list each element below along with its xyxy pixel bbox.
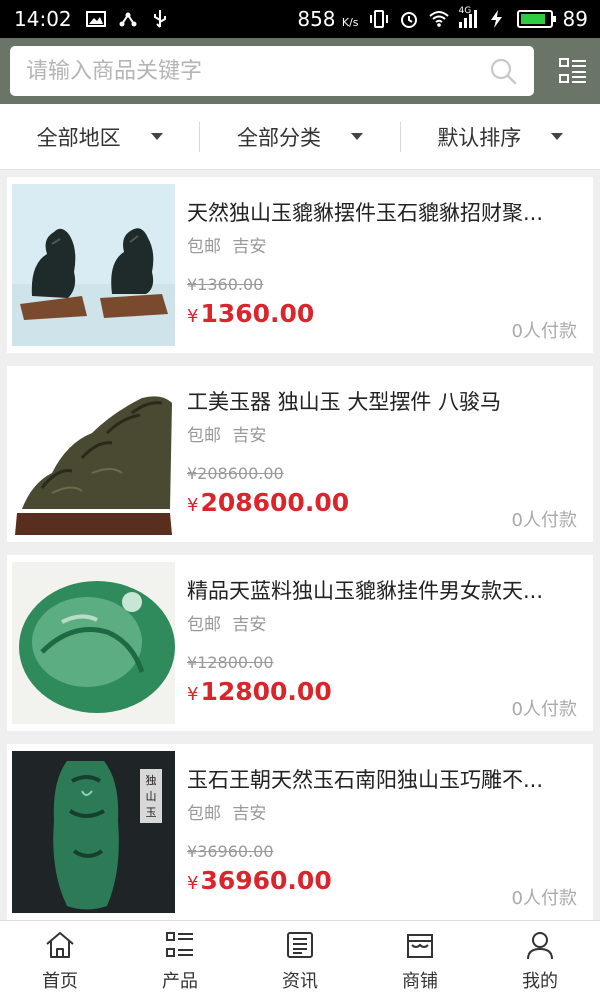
product-image[interactable]: [12, 184, 175, 346]
view-toggle-button[interactable]: [556, 54, 590, 88]
paid-count: 0人付款: [511, 321, 577, 342]
vibrate-icon: [369, 10, 388, 28]
caret-down-icon: [350, 133, 363, 140]
alarm-icon: [400, 12, 417, 28]
eight-horses-image: [12, 373, 175, 535]
product-meta: 包邮 吉安: [187, 421, 266, 446]
product-meta: 包邮 吉安: [187, 799, 266, 824]
news-icon: [287, 931, 313, 958]
search-box[interactable]: [10, 46, 534, 96]
product-image[interactable]: [12, 562, 175, 724]
sale-price: ¥36960.00: [187, 866, 332, 895]
sale-price: ¥1360.00: [187, 299, 315, 328]
location-label: 吉安: [232, 237, 267, 257]
svg-text:独: 独: [146, 774, 157, 787]
filter-label: 默认排序: [437, 125, 522, 150]
nav-products[interactable]: 产品: [120, 921, 240, 1000]
nav-label: 商铺: [402, 970, 438, 992]
search-input[interactable]: [26, 58, 488, 84]
search-bar: [0, 38, 600, 104]
product-image[interactable]: [12, 373, 175, 535]
paid-count: 0人付款: [511, 510, 577, 531]
sale-price: ¥12800.00: [187, 677, 332, 706]
filter-category[interactable]: 全部分类: [199, 121, 399, 152]
product-meta: 包邮 吉安: [187, 610, 266, 635]
filter-label: 全部地区: [36, 125, 121, 150]
bottom-nav: 首页 产品 资讯 商铺 我的: [0, 920, 600, 1000]
list-view-icon: [559, 58, 586, 83]
location-label: 吉安: [232, 615, 267, 635]
status-time: 14:02: [14, 7, 72, 31]
battery-icon: [516, 10, 556, 28]
home-icon: [46, 931, 74, 958]
filter-label: 全部分类: [236, 125, 321, 150]
share-icon: [119, 12, 137, 27]
list-icon: [166, 931, 193, 957]
product-card[interactable]: 独 山 玉 玉石王朝天然玉石南阳独山玉巧雕不... 包邮 吉安 ¥36960.0…: [7, 744, 593, 920]
product-info: 工美玉器 独山玉 大型摆件 八骏马 包邮 吉安 ¥208600.00 ¥2086…: [187, 366, 579, 542]
nav-profile[interactable]: 我的: [480, 921, 600, 1000]
nav-label: 资讯: [282, 970, 318, 992]
carved-jade-figure-image: 独 山 玉: [12, 751, 175, 913]
sale-price: ¥208600.00: [187, 488, 350, 517]
nav-news[interactable]: 资讯: [240, 921, 360, 1000]
charging-icon: [490, 10, 502, 28]
status-bar: 14:02 858 K/s 4G 89: [0, 0, 600, 38]
battery-level: 89: [562, 7, 588, 31]
caret-down-icon: [150, 133, 163, 140]
original-price: ¥208600.00: [187, 464, 284, 483]
original-price: ¥12800.00: [187, 653, 274, 672]
shipping-label: 包邮: [187, 615, 221, 635]
svg-text:山: 山: [146, 790, 157, 803]
jade-pendant-image: [12, 562, 175, 724]
product-title[interactable]: 工美玉器 独山玉 大型摆件 八骏马: [187, 386, 579, 416]
location-label: 吉安: [232, 426, 267, 446]
usb-icon: [153, 10, 166, 28]
filter-sort[interactable]: 默认排序: [399, 121, 600, 152]
paid-count: 0人付款: [511, 888, 577, 909]
network-speed: 858 K/s: [297, 7, 359, 31]
location-label: 吉安: [232, 804, 267, 824]
product-card[interactable]: 天然独山玉貔貅摆件玉石貔貅招财聚... 包邮 吉安 ¥1360.00 ¥1360…: [7, 177, 593, 353]
nav-label: 产品: [162, 970, 198, 992]
filter-bar: 全部地区 全部分类 默认排序: [0, 104, 600, 170]
original-price: ¥1360.00: [187, 275, 264, 294]
wifi-icon: [428, 11, 449, 27]
nav-home[interactable]: 首页: [0, 921, 120, 1000]
product-image[interactable]: 独 山 玉: [12, 751, 175, 913]
nav-label: 我的: [522, 970, 558, 992]
nav-shop[interactable]: 商铺: [360, 921, 480, 1000]
svg-text:玉: 玉: [146, 806, 157, 819]
caret-down-icon: [551, 133, 564, 140]
product-title[interactable]: 精品天蓝料独山玉貔貅挂件男女款天...: [187, 575, 579, 605]
filter-region[interactable]: 全部地区: [0, 122, 199, 152]
product-title[interactable]: 天然独山玉貔貅摆件玉石貔貅招财聚...: [187, 197, 579, 227]
product-card[interactable]: 精品天蓝料独山玉貔貅挂件男女款天... 包邮 吉安 ¥12800.00 ¥128…: [7, 555, 593, 731]
search-icon[interactable]: [488, 56, 518, 86]
product-card[interactable]: 工美玉器 独山玉 大型摆件 八骏马 包邮 吉安 ¥208600.00 ¥2086…: [7, 366, 593, 542]
product-info: 天然独山玉貔貅摆件玉石貔貅招财聚... 包邮 吉安 ¥1360.00 ¥1360…: [187, 177, 579, 353]
original-price: ¥36960.00: [187, 842, 274, 861]
gallery-icon: [85, 11, 106, 27]
shipping-label: 包邮: [187, 804, 221, 824]
product-title[interactable]: 玉石王朝天然玉石南阳独山玉巧雕不...: [187, 764, 579, 794]
jade-pixiu-pair-image: [12, 184, 175, 346]
shipping-label: 包邮: [187, 426, 221, 446]
product-meta: 包邮 吉安: [187, 232, 266, 257]
paid-count: 0人付款: [511, 699, 577, 720]
shop-icon: [407, 933, 433, 958]
user-icon: [527, 931, 553, 959]
product-info: 玉石王朝天然玉石南阳独山玉巧雕不... 包邮 吉安 ¥36960.00 ¥369…: [187, 744, 579, 920]
network-type: 4G: [458, 6, 472, 16]
signal-indicator: 4G: [458, 6, 477, 28]
nav-label: 首页: [42, 970, 78, 992]
shipping-label: 包邮: [187, 237, 221, 257]
product-info: 精品天蓝料独山玉貔貅挂件男女款天... 包邮 吉安 ¥12800.00 ¥128…: [187, 555, 579, 731]
